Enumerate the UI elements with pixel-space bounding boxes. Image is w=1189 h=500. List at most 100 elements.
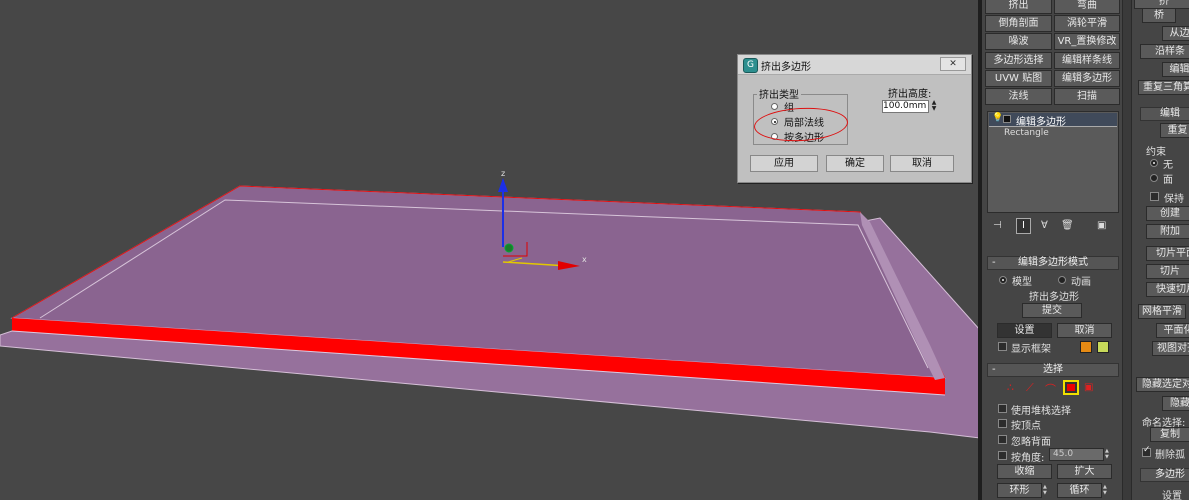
grow-button[interactable]: 扩大 [1057, 464, 1112, 479]
right-button-edit[interactable]: 编辑 [1162, 62, 1189, 77]
right-button-from-edge[interactable]: 从边 [1162, 26, 1189, 41]
by-vertex-label: 按顶点 [1011, 421, 1041, 432]
make-unique-icon[interactable]: ∀ [1041, 220, 1048, 231]
selection-header[interactable]: - 选择 [987, 363, 1119, 377]
radio-animate-label: 动画 [1071, 277, 1091, 288]
modifier-button-normal[interactable]: 法线 [985, 88, 1052, 105]
edit-poly-mode-header[interactable]: - 编辑多边形模式 [987, 256, 1119, 270]
by-vertex-checkbox[interactable] [998, 419, 1007, 428]
edit-geometry-panel: 挤 桥 从边 沿样条 编辑 重复三角算 编辑 重复 约束 无 面 保持 创建 附… [1132, 0, 1189, 500]
delete-isolated-label: 删除孤 [1155, 450, 1185, 461]
angle-spinner[interactable]: ▲ ▼ [1105, 448, 1112, 461]
quickslice-button[interactable]: 快速切片 [1146, 282, 1189, 297]
element-mode-icon[interactable]: ▣ [1084, 382, 1093, 393]
constraint-none-label: 无 [1163, 160, 1173, 171]
gizmo-x-label: x [582, 255, 587, 264]
extrude-polygons-dialog[interactable]: G 挤出多边形 ✕ 挤出类型 组 局部法线 按多边形 挤出高度: 100.0mm… [737, 54, 972, 183]
attach-button[interactable]: 附加 [1146, 224, 1189, 239]
by-stack-selection-label: 使用堆栈选择 [1011, 406, 1071, 417]
by-stack-selection-checkbox[interactable] [998, 404, 1007, 413]
create-button[interactable]: 创建 [1146, 206, 1189, 221]
cage-color-swatch-2[interactable] [1097, 341, 1109, 353]
radio-group[interactable] [771, 103, 778, 110]
modifier-button-chamfer-profile[interactable]: 倒角剖面 [985, 15, 1052, 32]
stack-item-edit-poly[interactable]: 💡 编辑多边形 [989, 113, 1117, 128]
preserve-uv-checkbox[interactable] [1150, 192, 1159, 201]
right-button-retriangulate[interactable]: 重复三角算 [1138, 80, 1189, 95]
extrude-height-input[interactable]: 100.0mm [882, 100, 929, 113]
close-icon: ✕ [949, 59, 957, 69]
ring-spinner[interactable]: ▲ ▼ [1043, 484, 1050, 497]
modifier-button-sweep[interactable]: 扫描 [1054, 88, 1120, 105]
lightbulb-icon[interactable]: 💡 [992, 113, 1003, 123]
modifier-button-uvw-map[interactable]: UVW 贴图 [985, 70, 1052, 87]
slice-plane-button[interactable]: 切片平面 [1146, 246, 1189, 261]
planarize-button[interactable]: 平面化 [1156, 323, 1189, 338]
polygon-rollout-header[interactable]: 多边形 [1140, 468, 1189, 482]
extrusion-type-label: 挤出类型 [757, 86, 801, 101]
app-icon: G [743, 58, 758, 73]
remove-modifier-icon[interactable]: 🗑 [1061, 220, 1074, 231]
border-mode-icon[interactable]: ⌒ [1045, 381, 1056, 397]
hide-unselected-button[interactable]: 隐藏 [1162, 396, 1189, 411]
meshsmooth-button[interactable]: 网格平滑 [1138, 304, 1186, 319]
preserve-uv-label: 保持 [1164, 194, 1184, 205]
hide-selected-button[interactable]: 隐藏选定对 [1136, 377, 1189, 392]
constraint-face-radio[interactable] [1150, 174, 1158, 182]
cancel-button[interactable]: 取消 [890, 155, 954, 172]
extrude-height-spinner[interactable]: ▲ ▼ [930, 100, 938, 113]
gizmo-center [504, 243, 514, 253]
by-angle-checkbox[interactable] [998, 451, 1007, 460]
modifier-button-edit-spline[interactable]: 编辑样条线 [1054, 52, 1120, 69]
modifier-button-edit-poly[interactable]: 编辑多边形 [1054, 70, 1120, 87]
right-rollout-header[interactable]: 编辑 [1140, 107, 1189, 121]
show-end-result-icon[interactable]: I [1016, 218, 1031, 234]
right-button-repeat[interactable]: 重复 [1160, 123, 1189, 138]
show-cage-label: 显示框架 [1011, 344, 1051, 355]
modifier-button-extrude[interactable]: 挤出 [985, 0, 1052, 14]
angle-input[interactable]: 45.0 [1049, 448, 1104, 461]
cancel-edit-button[interactable]: 取消 [1057, 323, 1112, 338]
copy-button[interactable]: 复制 [1150, 427, 1189, 442]
edge-mode-icon[interactable]: ⟋ [1026, 381, 1034, 395]
settings-button[interactable]: 设置 [997, 323, 1052, 338]
stack-item-rectangle[interactable]: Rectangle [1004, 128, 1049, 138]
perspective-viewport[interactable]: z x G 挤出多边形 ✕ 挤出类型 组 局部法线 按多边形 挤出高度: 100… [0, 0, 980, 500]
ok-button[interactable]: 确定 [826, 155, 884, 172]
modifier-button-noise[interactable]: 噪波 [985, 33, 1052, 50]
close-button[interactable]: ✕ [940, 57, 966, 71]
radio-animate[interactable] [1058, 276, 1066, 284]
right-button-along-spline[interactable]: 沿样条 [1140, 44, 1189, 59]
loop-spinner[interactable]: ▲ ▼ [1103, 484, 1110, 497]
ring-button[interactable]: 环形 [997, 483, 1042, 498]
view-align-button[interactable]: 视图对齐 [1152, 341, 1189, 356]
pin-icon[interactable]: ⊣ [993, 220, 1002, 231]
current-operation-label: 挤出多边形 [1029, 292, 1079, 303]
gizmo-z-arrow [498, 178, 508, 192]
radio-model[interactable] [999, 276, 1007, 284]
modifier-stack[interactable]: 💡 编辑多边形 Rectangle [987, 111, 1119, 213]
cage-color-swatch-1[interactable] [1080, 341, 1092, 353]
modifier-button-vr-displace[interactable]: VR_置换修改 [1054, 33, 1120, 50]
slice-button[interactable]: 切片 [1146, 264, 1189, 279]
loop-button[interactable]: 循环 [1057, 483, 1102, 498]
configure-icon[interactable]: ▣ [1097, 220, 1106, 231]
panel-separator[interactable] [1122, 0, 1132, 500]
ignore-backfacing-checkbox[interactable] [998, 435, 1007, 444]
polygon-mode-icon[interactable] [1063, 380, 1079, 395]
right-button-bridge[interactable]: 桥 [1142, 8, 1176, 23]
vertex-mode-icon[interactable]: ∴ [1007, 381, 1014, 394]
expand-icon[interactable] [1003, 115, 1011, 123]
constraint-none-radio[interactable] [1150, 159, 1158, 167]
shrink-button[interactable]: 收缩 [997, 464, 1052, 479]
extrude-height-label: 挤出高度: [888, 89, 932, 100]
modifier-button-poly-select[interactable]: 多边形选择 [985, 52, 1052, 69]
stack-tools: ⊣ I ∀ 🗑 ▣ [987, 218, 1119, 236]
show-cage-checkbox[interactable] [998, 342, 1007, 351]
apply-button[interactable]: 应用 [750, 155, 818, 172]
commit-button[interactable]: 提交 [1022, 303, 1082, 318]
delete-isolated-checkbox[interactable] [1142, 445, 1151, 457]
modifier-button-bend[interactable]: 弯曲 [1054, 0, 1120, 14]
dialog-titlebar[interactable]: G 挤出多边形 ✕ [738, 55, 971, 75]
modifier-button-turbosmooth[interactable]: 涡轮平滑 [1054, 15, 1120, 32]
